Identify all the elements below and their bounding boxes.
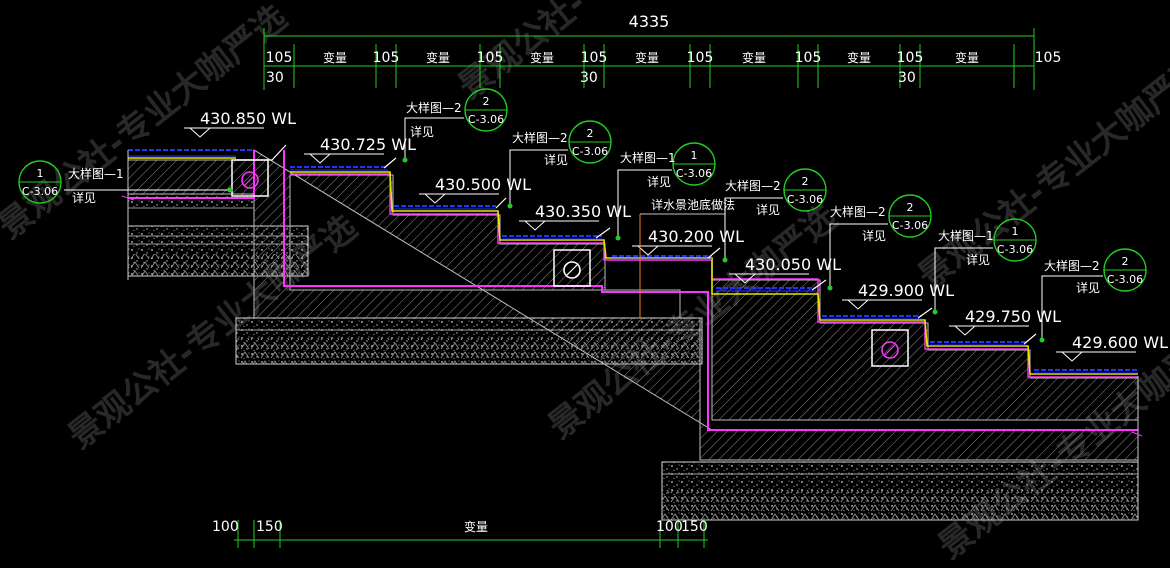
callout-note: 详见 [966, 252, 990, 267]
callout-note: 详见 [544, 152, 568, 167]
sub-dimension: 30 [266, 70, 284, 86]
callout-number: 1 [691, 149, 698, 162]
segment-dimension: 105 [266, 50, 293, 66]
sub-dimension: 30 [898, 70, 916, 86]
callout-label: 大样图—2 [830, 204, 886, 219]
callout-sheet: C-3.06 [22, 185, 58, 198]
callout-note: 详见 [756, 202, 780, 217]
level-label: 430.850 WL [200, 109, 296, 128]
level-marker: 429.900 WL [842, 281, 954, 310]
level-marker: 430.200 WL [632, 227, 744, 256]
callout-number: 1 [1012, 225, 1019, 238]
top-dimension-chain: 4335 105 变量 105 变量 105 变量 105 变量 105 变量 105 变量 105 变量… [263, 12, 1062, 90]
callout-sheet: C-3.06 [572, 145, 608, 158]
callout-number: 1 [37, 167, 44, 180]
segment-dimension: 105 [687, 50, 714, 66]
lower-soil [662, 490, 1138, 520]
upper-slab [127, 159, 255, 195]
level-label: 430.725 WL [320, 135, 416, 154]
callout-number: 2 [907, 201, 914, 214]
middle-soil [236, 338, 702, 364]
callout-number: 2 [1122, 255, 1129, 268]
drawing-canvas: 景观公社-专业大咖严选 景观公社-专业大咖严选 景观公社-专业大咖严选 景观公社… [0, 0, 1170, 567]
level-label: 429.750 WL [965, 307, 1061, 326]
bottom-dim: 150 [256, 519, 283, 535]
segment-dimension: 变量 [323, 50, 347, 65]
pool-note-text: 详水景池底做法 [651, 197, 735, 212]
level-label: 430.200 WL [648, 227, 744, 246]
callout-number: 2 [587, 127, 594, 140]
callout-number: 2 [483, 95, 490, 108]
segment-dimension: 变量 [530, 50, 554, 65]
callout-sheet: C-3.06 [676, 167, 712, 180]
level-marker: 430.850 WL [184, 109, 296, 138]
segment-dimension: 105 [581, 50, 608, 66]
callout-note: 详见 [647, 174, 671, 189]
callout-label: 大样图—1 [620, 150, 676, 165]
callout-number: 2 [802, 175, 809, 188]
level-marker: 430.500 WL [419, 175, 531, 204]
level-marker: 430.725 WL [304, 135, 416, 164]
callout-note: 详见 [862, 228, 886, 243]
section-structure [121, 144, 1143, 521]
segment-dimension: 变量 [635, 50, 659, 65]
segment-dimension: 105 [1035, 50, 1062, 66]
bottom-dim: 变量 [464, 519, 488, 534]
callout-note: 详见 [72, 190, 96, 205]
watermark-text: 景观公社-专业大咖严选 [911, 48, 1170, 298]
segment-dimension: 变量 [742, 50, 766, 65]
callout-note: 详见 [1076, 280, 1100, 295]
overall-dimension: 4335 [629, 12, 670, 31]
callout-sheet: C-3.06 [468, 113, 504, 126]
segment-dimension: 105 [897, 50, 924, 66]
detail-callout: 2 C-3.06 大样图—2 详见 [827, 194, 932, 291]
detail-callout: 2 C-3.06 大样图—2 详见 [402, 88, 508, 163]
level-label: 430.350 WL [535, 202, 631, 221]
segment-dimension: 变量 [426, 50, 450, 65]
segment-dimension: 105 [795, 50, 822, 66]
level-marker: 429.600 WL [1056, 333, 1168, 362]
level-label: 429.600 WL [1072, 333, 1168, 352]
callout-label: 大样图—2 [512, 130, 568, 145]
callout-sheet: C-3.06 [997, 243, 1033, 256]
callout-sheet: C-3.06 [892, 219, 928, 232]
bottom-dimension-chain: 100 150 变量 100 150 [212, 519, 708, 548]
callout-sheet: C-3.06 [787, 193, 823, 206]
sub-dimension: 30 [580, 70, 598, 86]
detail-callout: 2 C-3.06 大样图—2 详见 [1039, 248, 1147, 343]
level-label: 430.500 WL [435, 175, 531, 194]
level-label: 429.900 WL [858, 281, 954, 300]
callout-label: 大样图—2 [725, 178, 781, 193]
level-label: 430.050 WL [745, 255, 841, 274]
level-marker: 429.750 WL [949, 307, 1061, 336]
detail-callout: 2 C-3.06 大样图—2 详见 [507, 120, 612, 209]
level-marker: 430.350 WL [519, 202, 631, 231]
bottom-dim: 100 [212, 519, 239, 535]
callout-label: 大样图—1 [68, 166, 124, 181]
callout-label: 大样图—2 [406, 100, 462, 115]
segment-dimension: 105 [477, 50, 504, 66]
callout-label: 大样图—2 [1044, 258, 1100, 273]
segment-dimension: 变量 [847, 50, 871, 65]
segment-dimension: 105 [373, 50, 400, 66]
segment-dimension: 变量 [955, 50, 979, 65]
callout-label: 大样图—1 [938, 228, 994, 243]
callout-note: 详见 [410, 124, 434, 139]
bottom-dim: 150 [681, 519, 708, 535]
detail-callout: 1 C-3.06大样图—1 详见 [615, 142, 716, 241]
bottom-dim: 100 [656, 519, 683, 535]
callout-sheet: C-3.06 [1107, 273, 1143, 286]
